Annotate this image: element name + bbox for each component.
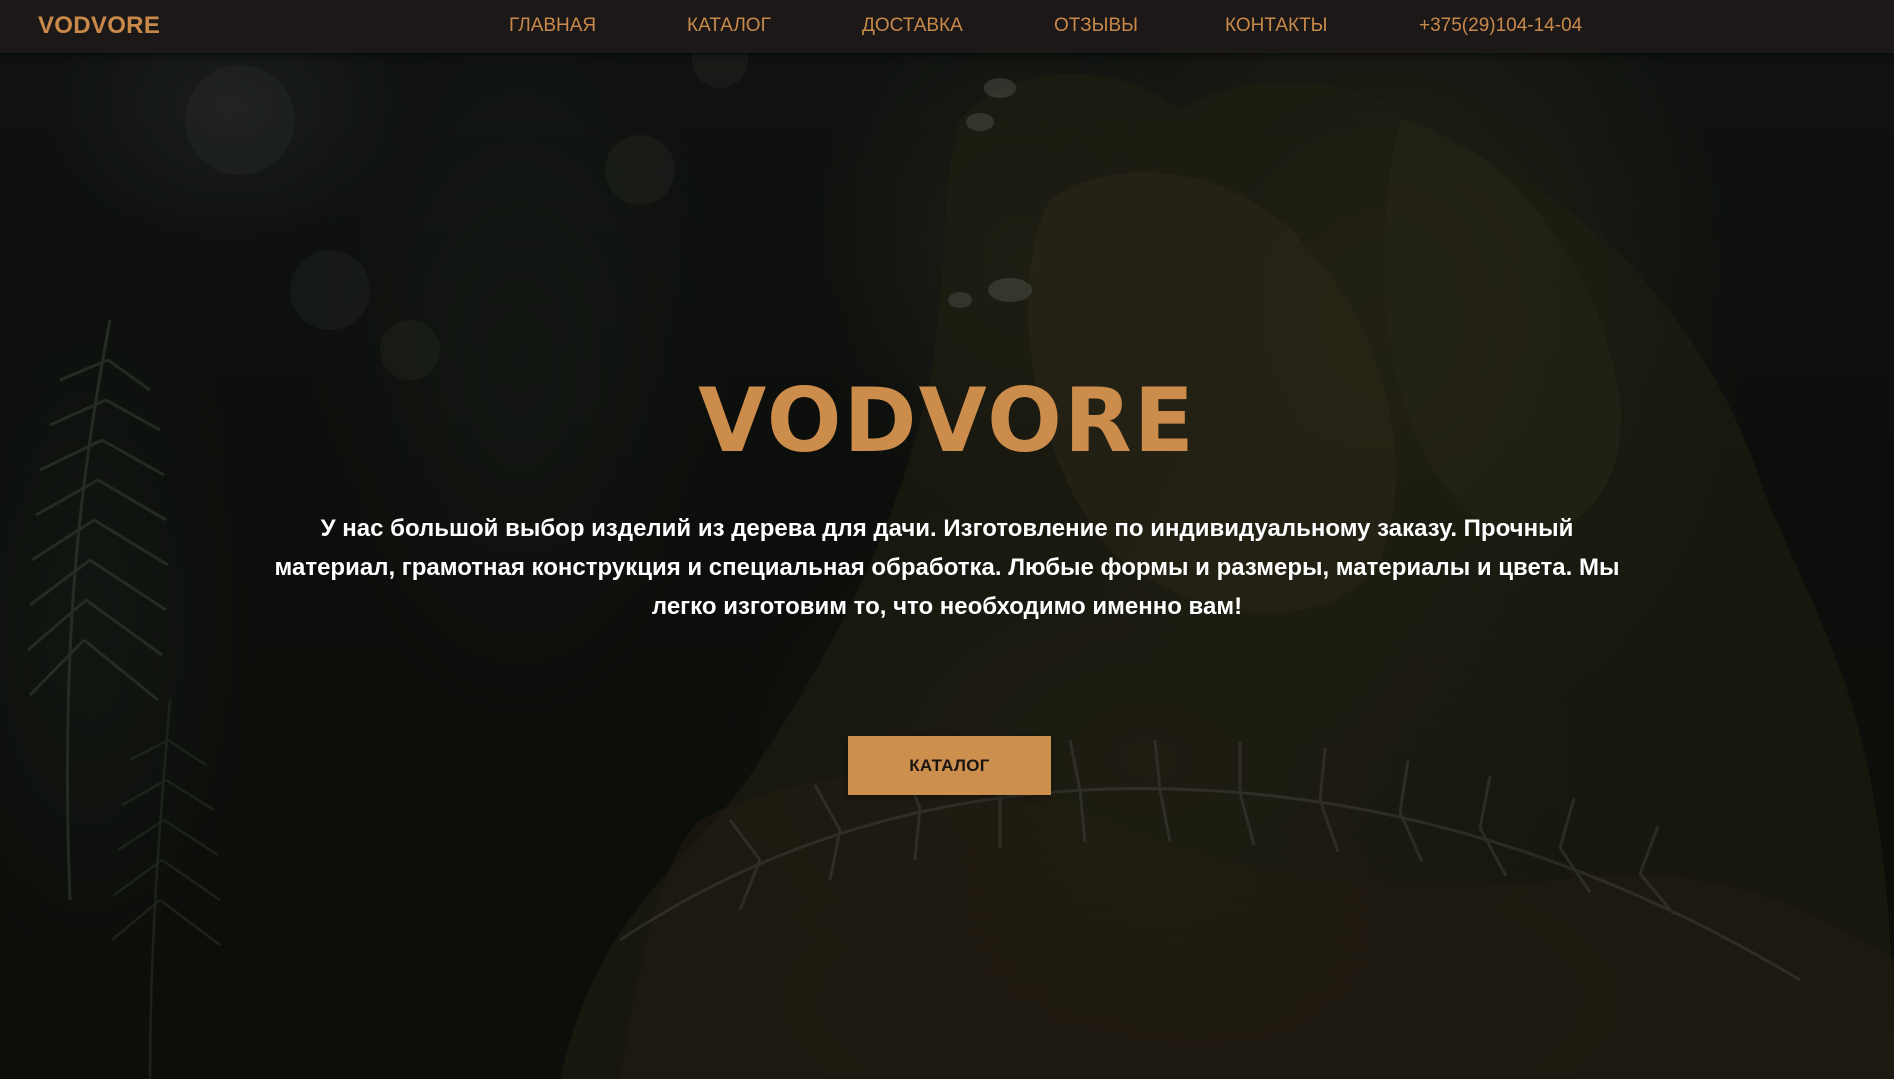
top-navbar: VODVORE ГЛАВНАЯ КАТАЛОГ ДОСТАВКА ОТЗЫВЫ …: [0, 0, 1894, 53]
nav-item-contacts[interactable]: КОНТАКТЫ: [1225, 15, 1328, 37]
logo[interactable]: VODVORE: [38, 12, 160, 40]
landing-page: VODVORE ГЛАВНАЯ КАТАЛОГ ДОСТАВКА ОТЗЫВЫ …: [0, 0, 1894, 1079]
nav-item-catalog[interactable]: КАТАЛОГ: [687, 15, 771, 37]
nav-item-home[interactable]: ГЛАВНАЯ: [509, 15, 596, 37]
hero-description: У нас большой выбор изделий из дерева дл…: [274, 515, 1620, 620]
catalog-button[interactable]: КАТАЛОГ: [848, 736, 1051, 795]
hero-title: VODVORE: [698, 368, 1196, 472]
nav-item-delivery[interactable]: ДОСТАВКА: [862, 15, 963, 37]
nav-item-reviews[interactable]: ОТЗЫВЫ: [1054, 15, 1138, 37]
nav-phone-link[interactable]: +375(29)104-14-04: [1419, 15, 1582, 37]
